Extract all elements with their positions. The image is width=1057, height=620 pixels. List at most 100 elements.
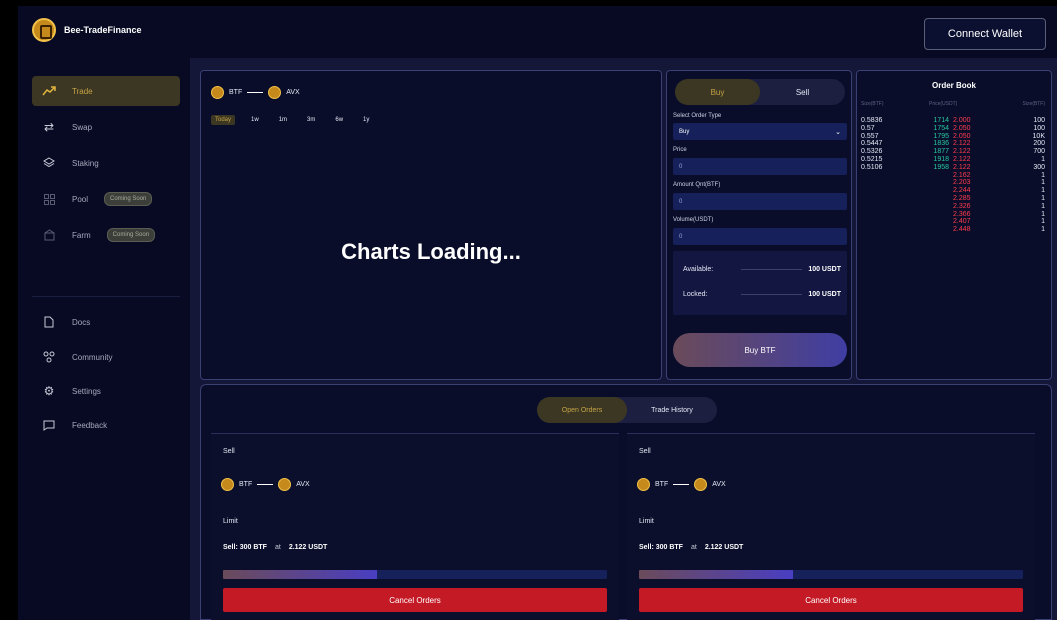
sidebar-item-farm[interactable]: Farm Coming Soon [32, 220, 180, 250]
buy-tab[interactable]: Buy [675, 79, 760, 105]
volume-input[interactable]: 0 [673, 228, 847, 245]
grid-icon [42, 192, 56, 206]
sidebar-item-pool[interactable]: Pool Coming Soon [32, 184, 180, 214]
sidebar-divider [32, 296, 180, 297]
order-book-cell: 2.366 [953, 210, 971, 218]
order-book-cell: 1 [1041, 171, 1045, 179]
tab-open-orders[interactable]: Open Orders [537, 397, 627, 423]
available-label: Available: [683, 266, 714, 273]
sidebar-item-trade[interactable]: Trade [32, 76, 180, 106]
order-book-cell: 100 [1033, 124, 1045, 132]
order-book-cell: 0.5215 [861, 155, 883, 163]
order-card: Sell BTF AVX Limit Sell: 300 BTF at 2.12… [627, 433, 1035, 620]
app-frame: Bee-TradeFinance Connect Wallet Trade ⇄ … [18, 6, 1057, 620]
cancel-orders-button[interactable]: Cancel Orders [639, 588, 1023, 612]
trend-icon [42, 84, 56, 98]
order-progress-fill [223, 570, 377, 579]
order-book-cell: 1754 [933, 124, 949, 132]
swap-icon: ⇄ [43, 120, 55, 134]
order-book-cell: 1 [1041, 187, 1045, 195]
order-card: Sell BTF AVX Limit Sell: 300 BTF at 2.12… [211, 433, 619, 620]
order-progress-fill [639, 570, 793, 579]
order-book-cell: 1 [1041, 226, 1045, 234]
locked-row: Locked: 100 USDT [683, 291, 841, 298]
order-book-cell: 200 [1033, 140, 1045, 148]
order-book-cell: 1795 [933, 132, 949, 140]
order-book-cell: 2.407 [953, 218, 971, 226]
order-summary: Sell: 300 BTF at 2.122 USDT [639, 544, 743, 551]
main-content: BTF AVX Today 1w 1m 3m 6w 1y Charts Load… [190, 58, 1057, 620]
order-book-cell: 1 [1041, 218, 1045, 226]
order-progress [223, 570, 607, 579]
sell-tab[interactable]: Sell [760, 79, 845, 105]
order-type-select[interactable]: Buy ⌄ [673, 123, 847, 140]
sidebar-item-staking[interactable]: Staking [32, 148, 180, 178]
range-1y[interactable]: 1y [359, 115, 373, 125]
range-1m[interactable]: 1m [275, 115, 291, 125]
buy-sell-toggle: Buy Sell [675, 79, 845, 105]
avx-coin-icon [694, 478, 708, 491]
range-3m[interactable]: 3m [303, 115, 319, 125]
order-book-cell: 0.5836 [861, 117, 883, 124]
btf-coin-icon [637, 478, 650, 491]
coming-soon-badge: Coming Soon [104, 192, 153, 206]
cancel-orders-button[interactable]: Cancel Orders [223, 588, 607, 612]
order-book-cell: 2.448 [953, 226, 971, 234]
amount-input[interactable]: 0 [673, 193, 847, 210]
coming-soon-badge: Coming Soon [106, 228, 156, 242]
chart-loading-text: Charts Loading... [341, 239, 521, 264]
sidebar-item-settings[interactable]: ⚙ Settings [32, 376, 180, 406]
base-symbol: BTF [229, 89, 243, 96]
range-today[interactable]: Today [211, 115, 236, 125]
order-pair: BTF AVX [637, 478, 726, 491]
sidebar-item-docs[interactable]: Docs [32, 307, 180, 337]
bid-price-column: 1714 1754 1795 1836 1877 1918 1958 [927, 117, 949, 172]
price-input[interactable]: 0 [673, 158, 847, 175]
order-type-label: Select Order Type [673, 113, 722, 119]
buy-btf-button[interactable]: Buy BTF [673, 333, 847, 367]
brand-name: Bee-TradeFinance [64, 25, 142, 35]
range-6w[interactable]: 6w [331, 115, 347, 125]
range-1w[interactable]: 1w [247, 115, 263, 125]
order-book-cell: 2.050 [953, 132, 971, 140]
quote-symbol: AVX [712, 481, 726, 488]
price-label: Price [673, 147, 687, 153]
sidebar-item-community[interactable]: Community [32, 342, 180, 372]
order-book-cell: 1918 [933, 155, 949, 163]
order-book-cell: 0.5447 [861, 140, 883, 148]
order-book-cell: 2.326 [953, 202, 971, 210]
sidebar-item-label: Trade [72, 86, 93, 96]
order-book-title: Order Book [931, 81, 976, 90]
pair-separator [247, 92, 264, 93]
quote-symbol: AVX [296, 481, 310, 488]
order-book-cell: 100 [1033, 117, 1045, 124]
sidebar-item-label: Settings [72, 386, 101, 396]
sidebar-item-label: Docs [72, 317, 91, 327]
sidebar-item-feedback[interactable]: Feedback [32, 410, 180, 440]
order-book-cell: 700 [1033, 148, 1045, 156]
sidebar-item-swap[interactable]: ⇄ Swap [32, 112, 180, 142]
order-at: at [690, 544, 697, 551]
brand-logo[interactable]: Bee-TradeFinance [32, 18, 142, 42]
quote-symbol: AVX [286, 89, 300, 96]
order-book-cell: 300 [1033, 163, 1045, 171]
ask-size-column: 100 100 10K 200 700 1 300 1 1 1 1 1 1 1 1 [1033, 117, 1045, 234]
order-amount: Sell: 300 BTF [639, 544, 683, 551]
trading-pair[interactable]: BTF AVX [211, 86, 300, 99]
base-symbol: BTF [655, 481, 669, 488]
connect-wallet-button[interactable]: Connect Wallet [924, 18, 1046, 50]
tab-trade-history[interactable]: Trade History [627, 397, 717, 423]
order-book-cell: 10K [1032, 132, 1045, 140]
top-bar: Bee-TradeFinance Connect Wallet [18, 6, 1057, 58]
amount-label: Amount Qnt(BTF) [673, 182, 721, 188]
order-form-panel: Buy Sell Select Order Type Buy ⌄ Price 0… [666, 70, 852, 380]
order-book-cell: 0.5106 [861, 163, 883, 171]
balance-box: Available: 100 USDT Locked: 100 USDT [673, 251, 847, 315]
bid-size-column: 0.5836 0.57 0.557 0.5447 0.5326 0.5215 0.5106 [861, 117, 882, 172]
order-progress [639, 570, 1023, 579]
order-book-cell: 1 [1041, 179, 1045, 187]
order-book-cell: 2.050 [953, 124, 971, 132]
order-book-cell: 2.285 [953, 194, 971, 202]
chat-icon [42, 418, 56, 432]
order-book-cell: 2.203 [953, 179, 971, 187]
